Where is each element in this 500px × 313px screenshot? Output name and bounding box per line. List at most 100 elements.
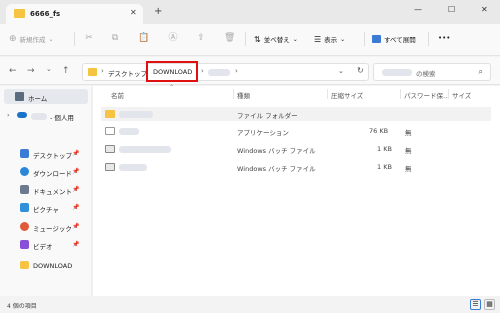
chevron-down-icon: ⌄	[292, 35, 298, 43]
column-divider	[448, 89, 449, 99]
sidebar-item-documents[interactable]: ドキュメント 📌	[0, 182, 88, 197]
view-button-label: 表示	[324, 36, 338, 44]
delete-icon[interactable]: 🗑	[224, 33, 235, 43]
chevron-down-icon[interactable]: ⌄	[338, 67, 344, 75]
address-row: ← → ⌄ ↑ › デスクトップ › DOWNLOAD › › ⌄ ↻ の検索 …	[0, 57, 500, 85]
tiles-view-icon[interactable]: ▦	[484, 299, 495, 310]
address-bar[interactable]: › デスクトップ › DOWNLOAD › › ⌄ ↻	[82, 63, 369, 81]
tab-title: 6666_fs	[30, 10, 61, 18]
sidebar-item-label: ドキュメント	[33, 188, 72, 196]
sidebar-item-label: ホーム	[28, 95, 48, 103]
forward-button[interactable]: →	[27, 66, 35, 76]
table-row[interactable]: アプリケーション 76 KB 無	[101, 124, 491, 138]
sidebar-item-label: ミュージック	[33, 225, 72, 233]
pin-icon: 📌	[72, 168, 80, 175]
column-divider	[233, 89, 234, 99]
table-row[interactable]: ファイル フォルダー	[101, 107, 491, 121]
search-box[interactable]: の検索 ⌕	[373, 63, 491, 81]
search-placeholder: の検索	[416, 70, 436, 78]
view-button[interactable]: ☰ 表示 ⌄	[314, 34, 346, 45]
column-header-name[interactable]: 名前	[111, 90, 124, 100]
sidebar-item-label: ダウンロード	[33, 170, 72, 178]
navigation-pane: ホーム › - 個人用 デスクトップ 📌 ダウンロード 📌 ドキュメント 📌 ピ…	[0, 86, 92, 296]
sidebar-item-download-folder[interactable]: DOWNLOAD	[0, 258, 88, 273]
sidebar-item-desktop[interactable]: デスクトップ 📌	[0, 146, 88, 161]
file-type: Windows バッチ ファイル	[237, 165, 316, 173]
sidebar-item-downloads[interactable]: ダウンロード 📌	[0, 164, 88, 179]
video-icon	[20, 240, 29, 249]
column-header-compressed-size[interactable]: 圧縮サイズ	[331, 90, 363, 100]
column-header-size[interactable]: サイズ	[452, 90, 471, 100]
chevron-right-icon: ›	[101, 67, 104, 75]
pin-icon: 📌	[72, 241, 80, 248]
new-tab-button[interactable]: +	[154, 6, 162, 17]
folder-icon	[88, 68, 97, 76]
toolbar-divider	[428, 32, 429, 46]
music-icon	[20, 222, 29, 231]
sidebar-item-videos[interactable]: ビデオ 📌	[0, 237, 88, 252]
cut-icon[interactable]: ✂	[84, 33, 94, 43]
file-type: アプリケーション	[237, 129, 289, 137]
sidebar-item-home[interactable]: ホーム	[4, 89, 88, 104]
sort-button-label: 並べ替え	[263, 36, 290, 44]
sidebar-item-music[interactable]: ミュージック 📌	[0, 219, 88, 234]
toolbar-divider	[245, 32, 246, 46]
highlight-box	[146, 61, 198, 82]
column-header-type[interactable]: 種類	[237, 90, 250, 100]
sort-button[interactable]: ⇅ 並べ替え ⌄	[254, 34, 298, 45]
more-options-button[interactable]: •••	[438, 34, 450, 42]
column-divider	[400, 89, 401, 99]
close-button[interactable]: ✕	[481, 5, 488, 14]
search-icon: ⌕	[478, 67, 483, 76]
home-icon	[15, 92, 24, 101]
pin-icon: 📌	[72, 186, 80, 193]
back-button[interactable]: ←	[9, 66, 17, 76]
table-row[interactable]: Windows バッチ ファイル 1 KB 無	[101, 142, 491, 156]
expand-all-button[interactable]: すべて展開	[372, 34, 416, 44]
expand-all-label: すべて展開	[384, 36, 416, 44]
sidebar-item-pictures[interactable]: ピクチャ 📌	[0, 200, 88, 215]
copy-icon[interactable]: ⧉	[110, 33, 120, 43]
desktop-icon	[20, 149, 29, 158]
file-size: 1 KB	[377, 145, 392, 153]
details-view-icon[interactable]: ☰	[470, 299, 481, 310]
recent-locations-button[interactable]: ⌄	[46, 65, 52, 73]
folder-icon	[20, 261, 29, 269]
window-tab[interactable]: 6666_fs ✕	[6, 4, 143, 24]
sidebar-item-onedrive[interactable]: › - 個人用	[0, 108, 88, 123]
picture-icon	[20, 203, 29, 212]
column-header-password[interactable]: パスワード保...	[404, 90, 449, 100]
sidebar-item-label: DOWNLOAD	[33, 262, 73, 270]
new-button-label: 新規作成	[19, 36, 46, 44]
folder-icon	[105, 110, 115, 118]
minimize-button[interactable]: —	[414, 5, 422, 14]
extract-icon	[372, 35, 381, 43]
sidebar-item-label: ピクチャ	[33, 206, 59, 214]
new-button[interactable]: ⊕ 新規作成 ⌄	[9, 34, 54, 44]
rename-icon[interactable]: Ⓐ	[168, 33, 178, 43]
sort-ascending-icon: ⌃	[169, 84, 175, 91]
breadcrumb-desktop[interactable]: デスクトップ	[108, 68, 147, 78]
pin-icon: 📌	[72, 204, 80, 211]
file-size: 1 KB	[377, 163, 392, 171]
file-list: ⌃ 名前 種類 圧縮サイズ パスワード保... サイズ ファイル フォルダー ア…	[93, 84, 500, 296]
table-row[interactable]: Windows バッチ ファイル 1 KB 無	[101, 160, 491, 174]
toolbar-divider	[364, 32, 365, 46]
refresh-icon[interactable]: ↻	[357, 66, 364, 75]
command-bar: ⊕ 新規作成 ⌄ ✂ ⧉ 📋 Ⓐ ⇪ 🗑 ⇅ 並べ替え ⌄ ☰ 表示 ⌄ すべて…	[0, 24, 500, 56]
breadcrumb-redacted[interactable]	[208, 69, 230, 78]
chevron-down-icon: ⌄	[340, 35, 346, 43]
file-name-redacted	[119, 128, 139, 135]
toolbar-divider	[74, 32, 75, 46]
view-icon: ☰	[314, 34, 322, 44]
maximize-button[interactable]: ☐	[448, 5, 455, 14]
file-type: ファイル フォルダー	[237, 112, 298, 120]
up-button[interactable]: ↑	[62, 66, 70, 76]
share-icon[interactable]: ⇪	[196, 33, 206, 43]
paste-icon[interactable]: 📋	[138, 33, 149, 43]
column-divider	[327, 89, 328, 99]
file-password: 無	[405, 165, 412, 173]
sidebar-item-label: ビデオ	[33, 243, 53, 251]
tab-close-icon[interactable]: ✕	[130, 8, 137, 17]
sidebar-item-label: デスクトップ	[33, 152, 72, 160]
